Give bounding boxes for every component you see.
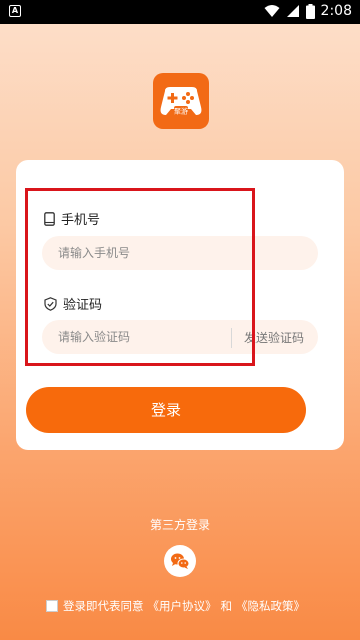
third-party-title: 第三方登录 (149, 518, 210, 532)
signal-icon (286, 5, 299, 17)
wechat-icon (171, 553, 190, 569)
battery-icon (305, 3, 315, 19)
wechat-login-button[interactable] (164, 545, 196, 577)
notification-a-icon: A (9, 5, 21, 17)
agreement-and: 和 (220, 599, 233, 613)
app-logo: 聚游 (153, 73, 209, 129)
user-agreement-link[interactable]: 《用户协议》 (148, 598, 217, 614)
privacy-policy-link[interactable]: 《隐私政策》 (236, 598, 305, 614)
logo-text: 聚游 (174, 107, 188, 116)
status-icons: 2:08 (264, 3, 352, 19)
status-time: 2:08 (320, 3, 352, 19)
agreement-prefix: 登录即代表同意 (63, 599, 144, 613)
highlight-box (25, 188, 255, 366)
login-button[interactable]: 登录 (26, 387, 306, 433)
agreement-checkbox[interactable] (46, 600, 58, 612)
gamepad-icon: 聚游 (160, 87, 202, 116)
agreement-row: 登录即代表同意 《用户协议》 和 《隐私政策》 (46, 598, 309, 614)
status-bar: A 2:08 (0, 0, 360, 24)
wifi-icon (264, 5, 280, 17)
